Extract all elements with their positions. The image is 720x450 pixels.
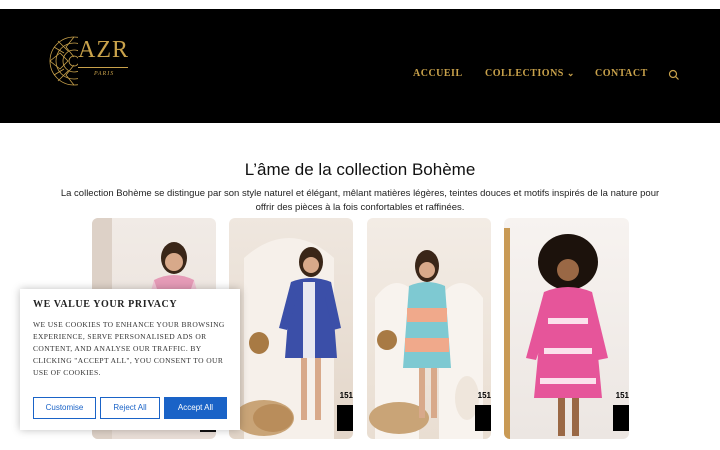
product-image [369,250,491,439]
product-price: 151 [339,391,353,400]
site-header: AZR PARIS ACCUEIL COLLECTIONS ⌄ CONTACT [0,9,720,123]
logo-divider [78,67,128,68]
product-image [504,228,629,439]
section-description: La collection Bohème se distingue par so… [60,188,660,213]
nav-contact-label: CONTACT [595,68,648,79]
product-price: 151 [477,391,491,400]
product-card[interactable]: 151 [504,218,629,439]
accept-all-button[interactable]: Accept All [164,397,227,419]
nav-collections-label: COLLECTIONS [485,68,564,79]
product-card[interactable]: 151 [367,218,491,439]
chevron-down-icon: ⌄ [566,68,575,78]
brand-name: AZR [78,37,129,63]
brand-subtitle: PARIS [94,71,115,77]
reject-all-button[interactable]: Reject All [100,397,160,419]
top-strip [0,0,720,9]
product-image [234,238,353,439]
brand-logo[interactable]: AZR PARIS [46,33,136,93]
product-card[interactable]: 151 [229,218,353,439]
nav-accueil-label: ACCUEIL [413,68,463,79]
cookie-text: WE USE COOKIES TO ENHANCE YOUR BROWSING … [33,320,225,377]
nav-accueil[interactable]: ACCUEIL [413,68,463,79]
mandala-logo-icon [49,36,78,86]
section-title: L’âme de la collection Bohème [244,160,476,179]
nav-collections[interactable]: COLLECTIONS ⌄ [485,68,575,79]
cookie-title: WE VALUE YOUR PRIVACY [33,299,178,310]
nav-contact[interactable]: CONTACT [595,68,648,79]
cookie-consent-banner: WE VALUE YOUR PRIVACY WE USE COOKIES TO … [20,289,240,430]
product-price: 151 [615,391,629,400]
customise-button[interactable]: Customise [33,397,96,419]
search-icon[interactable] [668,68,680,80]
